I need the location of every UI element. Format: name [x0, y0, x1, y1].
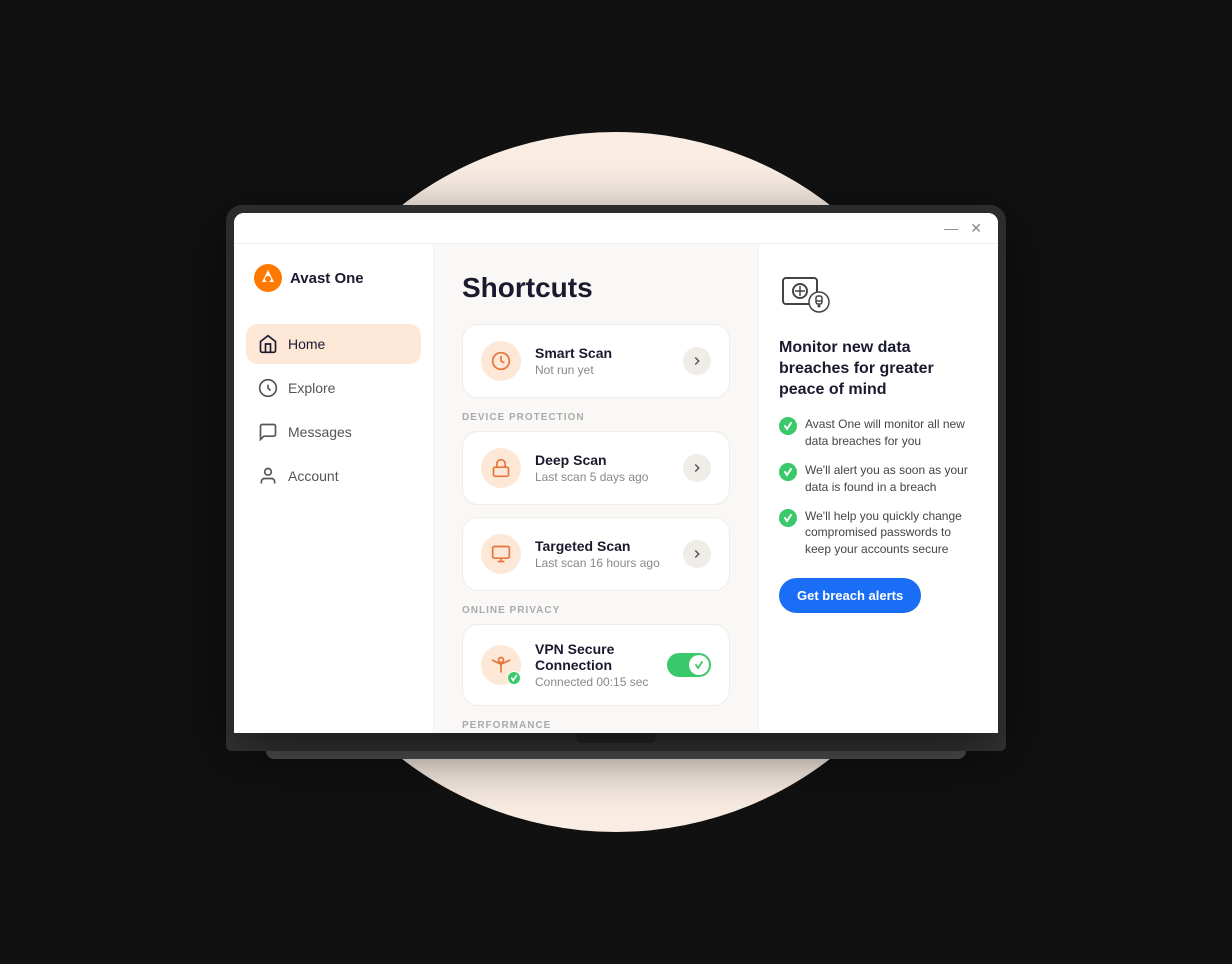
deep-scan-name: Deep Scan: [535, 452, 669, 468]
sidebar: Avast One Home: [234, 244, 434, 733]
close-button[interactable]: ✕: [970, 221, 982, 235]
smart-scan-icon: [491, 351, 511, 371]
targeted-scan-icon: [491, 544, 511, 564]
vpn-info: VPN Secure Connection Connected 00:15 se…: [535, 641, 653, 689]
avast-logo-icon: [254, 264, 282, 292]
vpn-toggle[interactable]: [667, 653, 711, 677]
smart-scan-card[interactable]: Smart Scan Not run yet: [462, 324, 730, 398]
explore-icon: [258, 378, 278, 398]
breach-monitor-icon: [779, 268, 835, 324]
performance-label: PERFORMANCE: [462, 720, 730, 731]
vpn-icon-wrap: [481, 645, 521, 685]
breach-check-1: [779, 417, 797, 435]
arrow-right-icon: [690, 354, 704, 368]
logo-text: Avast One: [290, 270, 364, 287]
sidebar-item-account[interactable]: Account: [246, 456, 421, 496]
vpn-card[interactable]: VPN Secure Connection Connected 00:15 se…: [462, 624, 730, 706]
deep-scan-status: Last scan 5 days ago: [535, 470, 669, 484]
get-breach-alerts-button[interactable]: Get breach alerts: [779, 578, 921, 613]
targeted-scan-card[interactable]: Targeted Scan Last scan 16 hours ago: [462, 517, 730, 591]
smart-scan-name: Smart Scan: [535, 345, 669, 361]
breach-text-2: We'll alert you as soon as your data is …: [805, 462, 978, 496]
vpn-icon: [491, 655, 511, 675]
deep-scan-icon: [491, 458, 511, 478]
vpn-status: Connected 00:15 sec: [535, 675, 653, 689]
window-titlebar: — ✕: [234, 213, 998, 244]
breach-text-3: We'll help you quickly change compromise…: [805, 508, 978, 558]
laptop-base: [226, 733, 1006, 751]
breach-item-2: We'll alert you as soon as your data is …: [779, 462, 978, 496]
targeted-scan-icon-wrap: [481, 534, 521, 574]
deep-scan-card[interactable]: Deep Scan Last scan 5 days ago: [462, 431, 730, 505]
right-panel: Monitor new data breaches for greater pe…: [758, 244, 998, 733]
smart-scan-info: Smart Scan Not run yet: [535, 345, 669, 377]
page-title: Shortcuts: [462, 272, 730, 304]
breach-check-3: [779, 509, 797, 527]
smart-scan-icon-wrap: [481, 341, 521, 381]
messages-icon: [258, 422, 278, 442]
laptop-notch: [576, 733, 656, 743]
breach-text-1: Avast One will monitor all new data brea…: [805, 416, 978, 450]
home-icon: [258, 334, 278, 354]
arrow-right-icon: [690, 461, 704, 475]
vpn-connected-badge: [507, 671, 521, 685]
smart-scan-arrow[interactable]: [683, 347, 711, 375]
deep-scan-arrow[interactable]: [683, 454, 711, 482]
breach-item-1: Avast One will monitor all new data brea…: [779, 416, 978, 450]
main-content: Shortcuts Smart Scan Not: [434, 244, 758, 733]
sidebar-item-messages-label: Messages: [288, 424, 352, 440]
breach-item-3: We'll help you quickly change compromise…: [779, 508, 978, 558]
sidebar-item-home[interactable]: Home: [246, 324, 421, 364]
sidebar-item-messages[interactable]: Messages: [246, 412, 421, 452]
deep-scan-icon-wrap: [481, 448, 521, 488]
targeted-scan-arrow[interactable]: [683, 540, 711, 568]
targeted-scan-name: Targeted Scan: [535, 538, 669, 554]
breach-panel-title: Monitor new data breaches for greater pe…: [779, 338, 978, 400]
device-protection-label: DEVICE PROTECTION: [462, 412, 730, 423]
targeted-scan-status: Last scan 16 hours ago: [535, 556, 669, 570]
sidebar-item-account-label: Account: [288, 468, 339, 484]
online-privacy-label: ONLINE PRIVACY: [462, 605, 730, 616]
sidebar-nav: Home Explore: [246, 324, 421, 496]
arrow-right-icon: [690, 547, 704, 561]
targeted-scan-info: Targeted Scan Last scan 16 hours ago: [535, 538, 669, 570]
sidebar-item-explore-label: Explore: [288, 380, 335, 396]
breach-check-2: [779, 463, 797, 481]
deep-scan-info: Deep Scan Last scan 5 days ago: [535, 452, 669, 484]
minimize-button[interactable]: —: [944, 221, 958, 235]
sidebar-item-home-label: Home: [288, 336, 325, 352]
toggle-knob: [689, 655, 709, 675]
smart-scan-status: Not run yet: [535, 363, 669, 377]
vpn-name: VPN Secure Connection: [535, 641, 653, 673]
laptop-foot: [266, 751, 966, 759]
logo-area: Avast One: [246, 260, 421, 296]
sidebar-item-explore[interactable]: Explore: [246, 368, 421, 408]
account-icon: [258, 466, 278, 486]
